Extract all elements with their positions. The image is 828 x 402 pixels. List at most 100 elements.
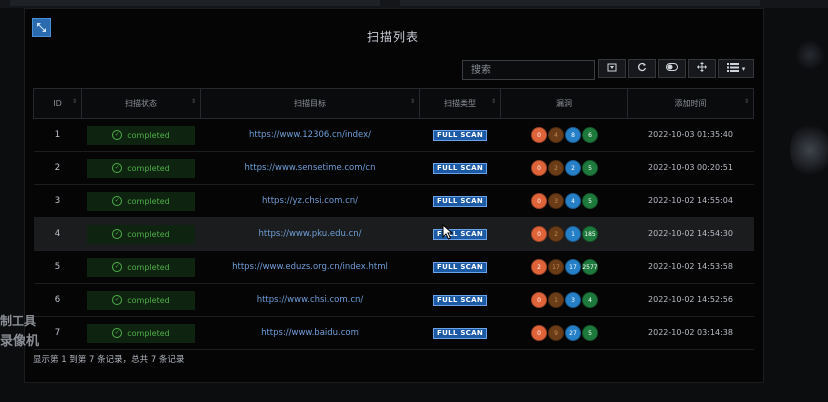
target-link[interactable]: https://yz.chsi.com.cn/ (262, 196, 358, 206)
search-input[interactable] (462, 60, 595, 80)
type-cell: FULL SCAN (419, 217, 501, 251)
vuln-count-low[interactable]: 2 (565, 160, 581, 176)
table-row[interactable]: 1 ✓ completed https://www.12306.cn/index/FU… (33, 118, 754, 152)
target-cell: https://www.chsi.com.cn/ (200, 283, 420, 317)
row-id: 7 (33, 316, 82, 350)
top-strip (0, 0, 828, 8)
status-badge: ✓ completed (87, 224, 195, 244)
time-cell: 2022-10-02 14:52:56 (627, 283, 754, 317)
export-icon (607, 63, 617, 75)
pagination-summary: 显示第 1 到第 7 条记录，总共 7 条记录 (33, 355, 185, 365)
vuln-count-medium[interactable]: 17 (548, 259, 564, 275)
move-icon (697, 62, 707, 75)
table-row[interactable]: 4 ✓ completed https://www.pku.edu.cn/FULL S… (33, 217, 754, 251)
column-header-target[interactable]: 扫描目标 ⇕ (200, 88, 420, 119)
vuln-count-medium[interactable]: 3 (548, 193, 564, 209)
vuln-count-high[interactable]: 0 (531, 325, 547, 341)
vuln-count-high[interactable]: 0 (531, 226, 547, 242)
vuln-count-medium[interactable]: 2 (548, 226, 564, 242)
table-row[interactable]: 7 ✓ completed https://www.baidu.com FULL SCA… (33, 316, 754, 350)
table-row[interactable]: 6 ✓ completed https://www.chsi.com.cn/FULL … (33, 283, 754, 317)
watermark-line1: 制工具 (0, 314, 37, 328)
vuln-count-info[interactable]: 2577 (582, 259, 598, 275)
status-label: completed (127, 262, 170, 272)
vuln-count-medium[interactable]: 2 (548, 160, 564, 176)
vulns-cell: 2 17 17 2577 (500, 250, 628, 284)
export-button[interactable] (598, 59, 626, 78)
column-header-id[interactable]: ID ⇕ (33, 88, 82, 119)
vuln-count-medium[interactable]: 9 (548, 325, 564, 341)
vuln-count-low[interactable]: 3 (565, 292, 581, 308)
type-cell: FULL SCAN (419, 316, 501, 350)
scan-type-badge: FULL SCAN (433, 261, 487, 273)
vuln-count-high[interactable]: 0 (531, 127, 547, 143)
added-time: 2022-10-03 00:20:51 (648, 163, 733, 172)
table-header-row: ID ⇕ 扫描状态 ⇕ 扫描目标 ⇕ 扫描类型 ⇕ 漏洞 添加时间 ⇕ (33, 88, 754, 119)
time-cell: 2022-10-02 14:55:04 (627, 184, 754, 218)
check-circle-icon: ✓ (112, 262, 123, 272)
column-header-time[interactable]: 添加时间 ⇕ (627, 88, 754, 119)
status-cell: ✓ completed (81, 283, 201, 317)
vuln-count-high[interactable]: 2 (531, 259, 547, 275)
vuln-count-low[interactable]: 17 (565, 259, 581, 275)
vuln-count-info[interactable]: 6 (582, 127, 598, 143)
refresh-button[interactable] (628, 59, 656, 78)
vuln-count-info[interactable]: 5 (582, 325, 598, 341)
header-label: 扫描目标 (294, 99, 326, 108)
scan-type-badge: FULL SCAN (433, 195, 487, 207)
columns-button[interactable]: ▾ (718, 59, 754, 78)
row-id: 2 (33, 151, 82, 185)
added-time: 2022-10-02 14:54:30 (648, 229, 733, 238)
sort-icon: ⇕ (409, 98, 415, 105)
vuln-count-info[interactable]: 5 (582, 193, 598, 209)
vuln-count-high[interactable]: 0 (531, 160, 547, 176)
header-label: 扫描状态 (125, 99, 157, 108)
column-header-vulns[interactable]: 漏洞 (500, 88, 628, 119)
vuln-count-medium[interactable]: 4 (548, 127, 564, 143)
header-label: 扫描类型 (444, 99, 476, 108)
toggle-button[interactable] (658, 59, 686, 78)
top-strip-segment (400, 0, 760, 6)
target-link[interactable]: https://www.12306.cn/index/ (249, 130, 371, 140)
target-cell: https://www.12306.cn/index/ (200, 118, 420, 152)
target-link[interactable]: https://www.baidu.com (261, 328, 359, 338)
status-label: completed (127, 328, 170, 338)
vulns-cell: 0 2 1 185 (500, 217, 628, 251)
column-header-type[interactable]: 扫描类型 ⇕ (419, 88, 501, 119)
toggle-icon (666, 63, 678, 74)
vuln-count-low[interactable]: 27 (565, 325, 581, 341)
vuln-count-high[interactable]: 0 (531, 193, 547, 209)
vuln-count-info[interactable]: 5 (582, 160, 598, 176)
vuln-count-info[interactable]: 185 (582, 226, 598, 242)
target-link[interactable]: https://www.eduzs.org.cn/index.html (232, 262, 388, 272)
column-header-status[interactable]: 扫描状态 ⇕ (81, 88, 201, 119)
time-cell: 2022-10-03 01:35:40 (627, 118, 754, 152)
type-cell: FULL SCAN (419, 151, 501, 185)
vuln-count-low[interactable]: 8 (565, 127, 581, 143)
status-cell: ✓ completed (81, 316, 201, 350)
row-id: 5 (33, 250, 82, 284)
status-cell: ✓ completed (81, 250, 201, 284)
vuln-count-low[interactable]: 4 (565, 193, 581, 209)
sort-icon: ⇕ (490, 98, 496, 105)
target-link[interactable]: https://www.pku.edu.cn/ (258, 229, 361, 239)
vulns-cell: 0486 (500, 118, 628, 152)
status-label: completed (127, 196, 170, 206)
move-button[interactable] (688, 59, 716, 78)
time-cell: 2022-10-02 14:54:30 (627, 217, 754, 251)
vuln-count-medium[interactable]: 1 (548, 292, 564, 308)
table-row[interactable]: 5 ✓ completed https://www.eduzs.org.cn/inde… (33, 250, 754, 284)
table-row[interactable]: 3 ✓ completed https://yz.chsi.com.cn/FULL S… (33, 184, 754, 218)
vuln-count-high[interactable]: 0 (531, 292, 547, 308)
target-link[interactable]: https://www.chsi.com.cn/ (257, 295, 364, 305)
table-row[interactable]: 2 ✓ completed https://www.sensetime.com/cn F… (33, 151, 754, 185)
vuln-count-low[interactable]: 1 (565, 226, 581, 242)
vuln-count-info[interactable]: 4 (582, 292, 598, 308)
target-cell: https://www.sensetime.com/cn (200, 151, 420, 185)
target-link[interactable]: https://www.sensetime.com/cn (245, 163, 376, 173)
top-strip-segment (10, 0, 380, 6)
added-time: 2022-10-02 03:14:38 (648, 328, 733, 337)
status-cell: ✓ completed (81, 217, 201, 251)
type-cell: FULL SCAN (419, 118, 501, 152)
check-circle-icon: ✓ (112, 130, 123, 140)
